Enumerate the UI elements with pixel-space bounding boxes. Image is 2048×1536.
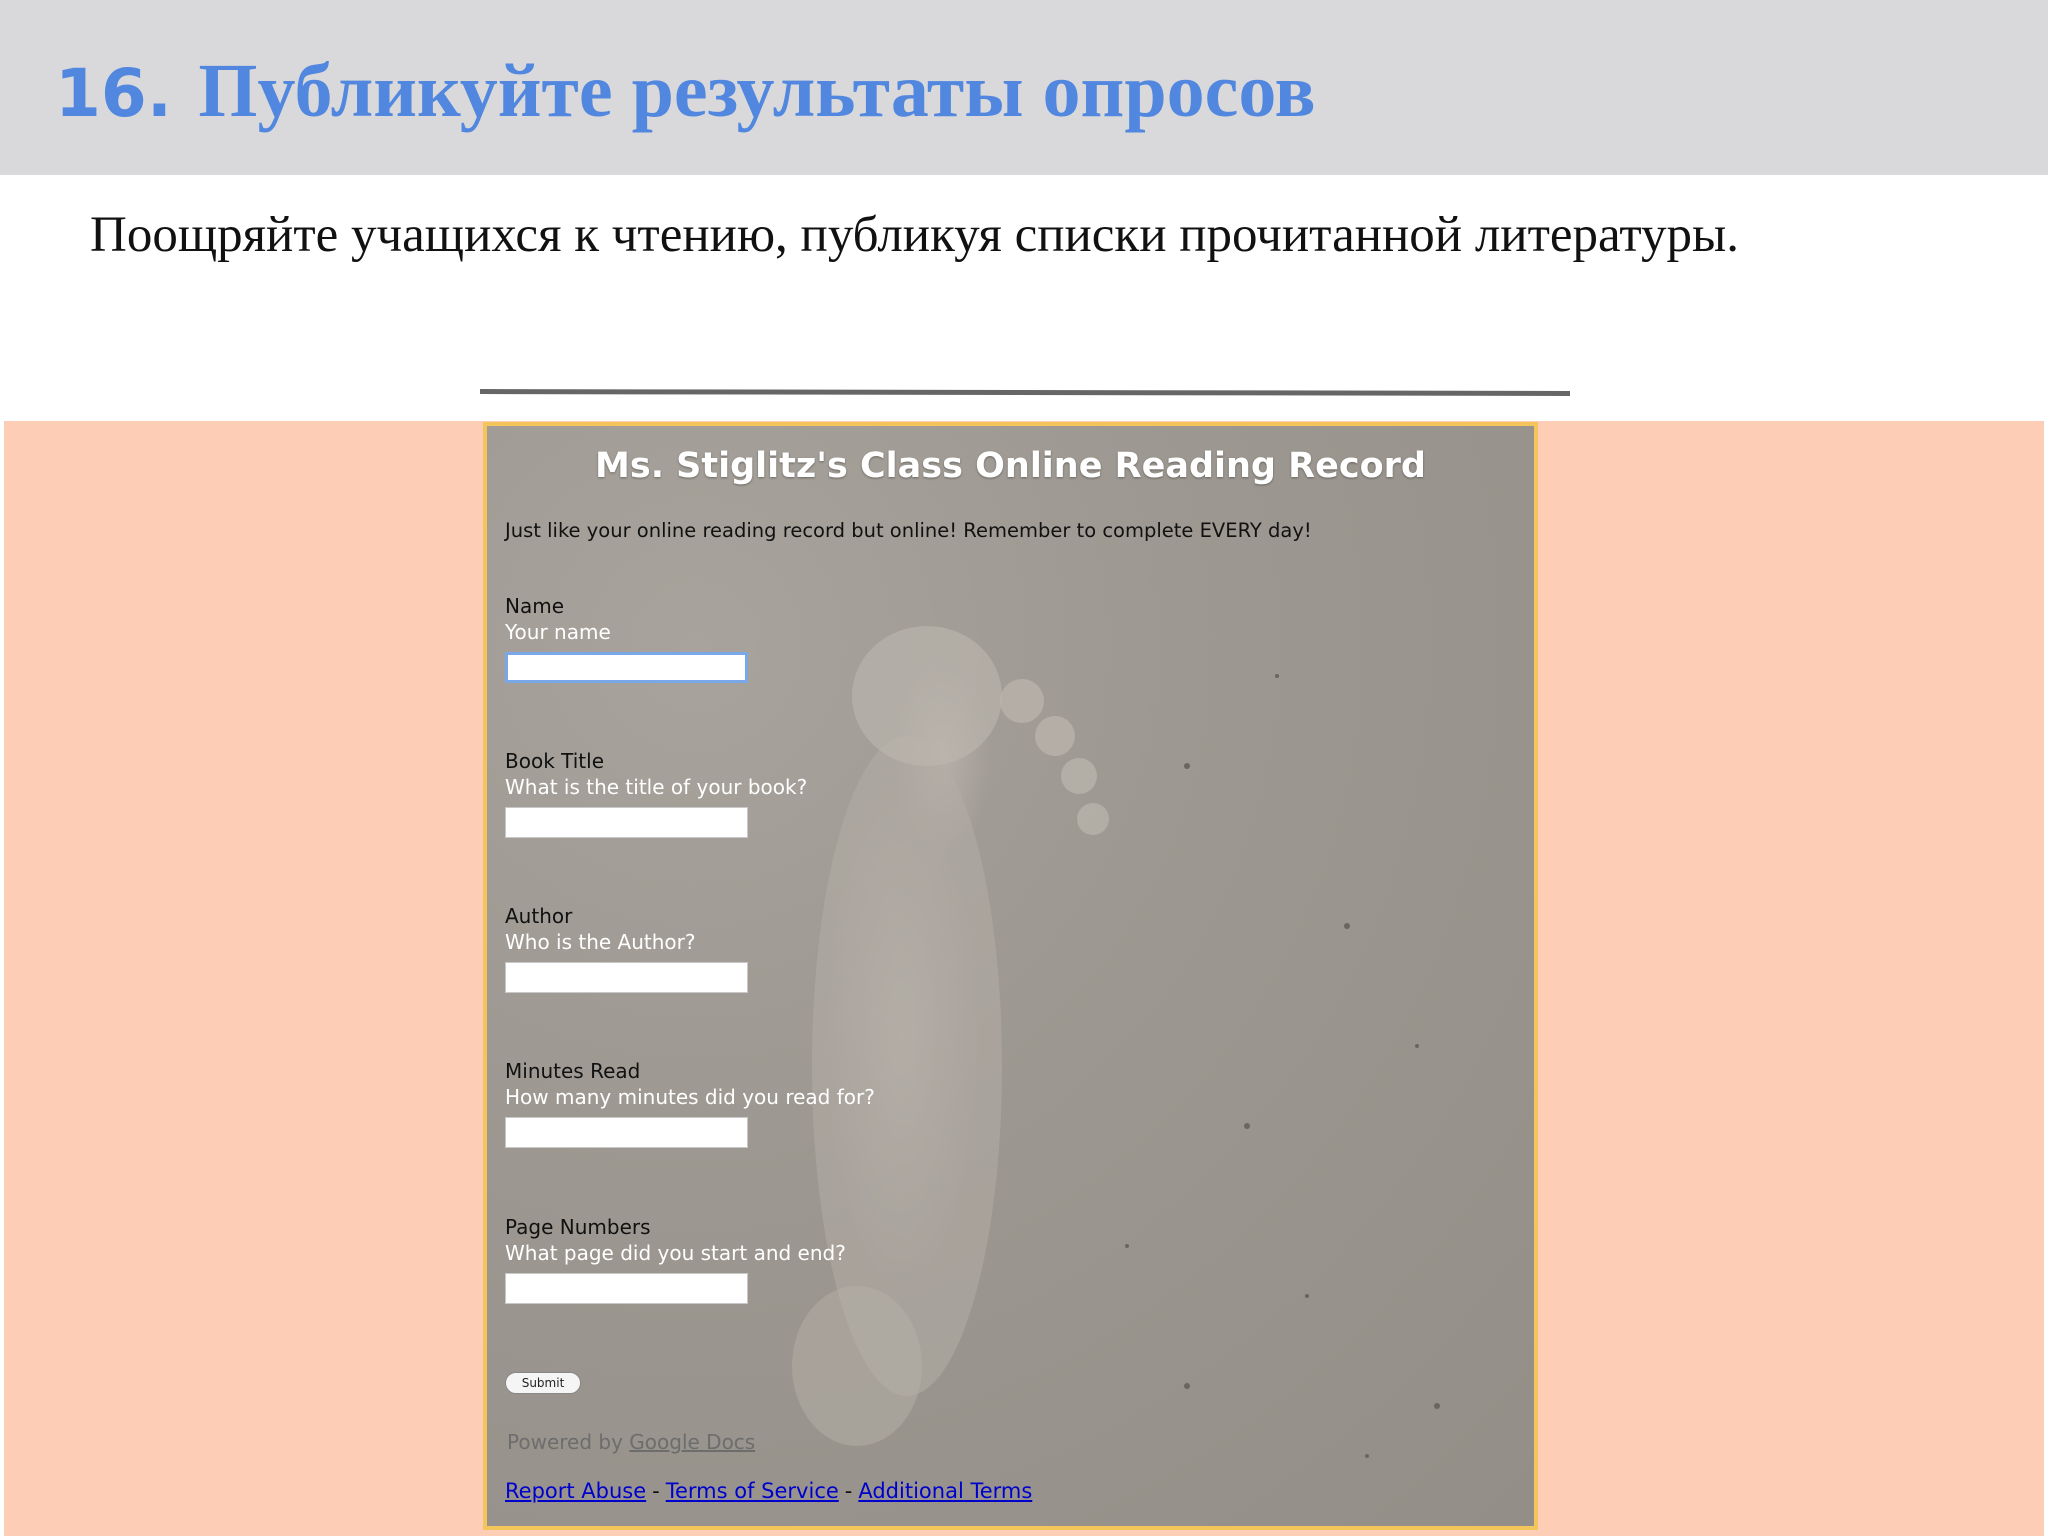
name-input[interactable] bbox=[505, 652, 748, 683]
footer-separator: - bbox=[844, 1479, 853, 1503]
field-help: What page did you start and end? bbox=[505, 1241, 846, 1265]
minutes-read-input[interactable] bbox=[505, 1117, 748, 1148]
name-field: Name Your name bbox=[505, 593, 1105, 683]
footer-separator: - bbox=[652, 1479, 660, 1503]
field-help: Who is the Author? bbox=[505, 930, 696, 954]
author-field: Author Who is the Author? bbox=[505, 903, 1105, 993]
field-label: Page Numbers bbox=[505, 1215, 651, 1239]
terms-of-service-link[interactable]: Terms of Service bbox=[666, 1479, 839, 1503]
google-form-screenshot: Ms. Stiglitz's Class Online Reading Reco… bbox=[483, 422, 1538, 1530]
form-description: Just like your online reading record but… bbox=[505, 519, 1312, 542]
slide-title: 16. Публикуйте результаты опросов bbox=[55, 42, 1316, 142]
powered-by-text: Powered by bbox=[507, 1430, 623, 1454]
slide-subtitle: Поощряйте учащихся к чтению, публикуя сп… bbox=[90, 207, 1739, 263]
slide-title-text: Публикуйте результаты опросов bbox=[198, 49, 1316, 133]
field-help: Your name bbox=[505, 620, 611, 644]
field-help: What is the title of your book? bbox=[505, 775, 808, 799]
field-help: How many minutes did you read for? bbox=[505, 1085, 875, 1109]
google-docs-link[interactable]: Google Docs bbox=[629, 1430, 755, 1454]
book-title-field: Book Title What is the title of your boo… bbox=[505, 748, 1105, 838]
author-input[interactable] bbox=[505, 962, 748, 993]
divider-line bbox=[479, 389, 1571, 396]
field-label: Author bbox=[505, 904, 573, 928]
page-numbers-field: Page Numbers What page did you start and… bbox=[505, 1214, 1105, 1304]
powered-by: Powered by Google Docs bbox=[507, 1430, 755, 1454]
field-label: Minutes Read bbox=[505, 1059, 641, 1083]
report-abuse-link[interactable]: Report Abuse bbox=[505, 1479, 646, 1503]
field-label: Book Title bbox=[505, 749, 604, 773]
slide-number: 16. bbox=[55, 55, 172, 132]
field-label: Name bbox=[505, 594, 565, 618]
additional-terms-link[interactable]: Additional Terms bbox=[858, 1479, 1032, 1503]
page-numbers-input[interactable] bbox=[505, 1273, 748, 1304]
submit-button[interactable]: Submit bbox=[505, 1372, 581, 1394]
form-title: Ms. Stiglitz's Class Online Reading Reco… bbox=[595, 446, 1426, 486]
footer-links: Report Abuse - Terms of Service - Additional… bbox=[505, 1479, 1032, 1503]
book-title-input[interactable] bbox=[505, 807, 748, 838]
minutes-read-field: Minutes Read How many minutes did you re… bbox=[505, 1058, 1105, 1148]
